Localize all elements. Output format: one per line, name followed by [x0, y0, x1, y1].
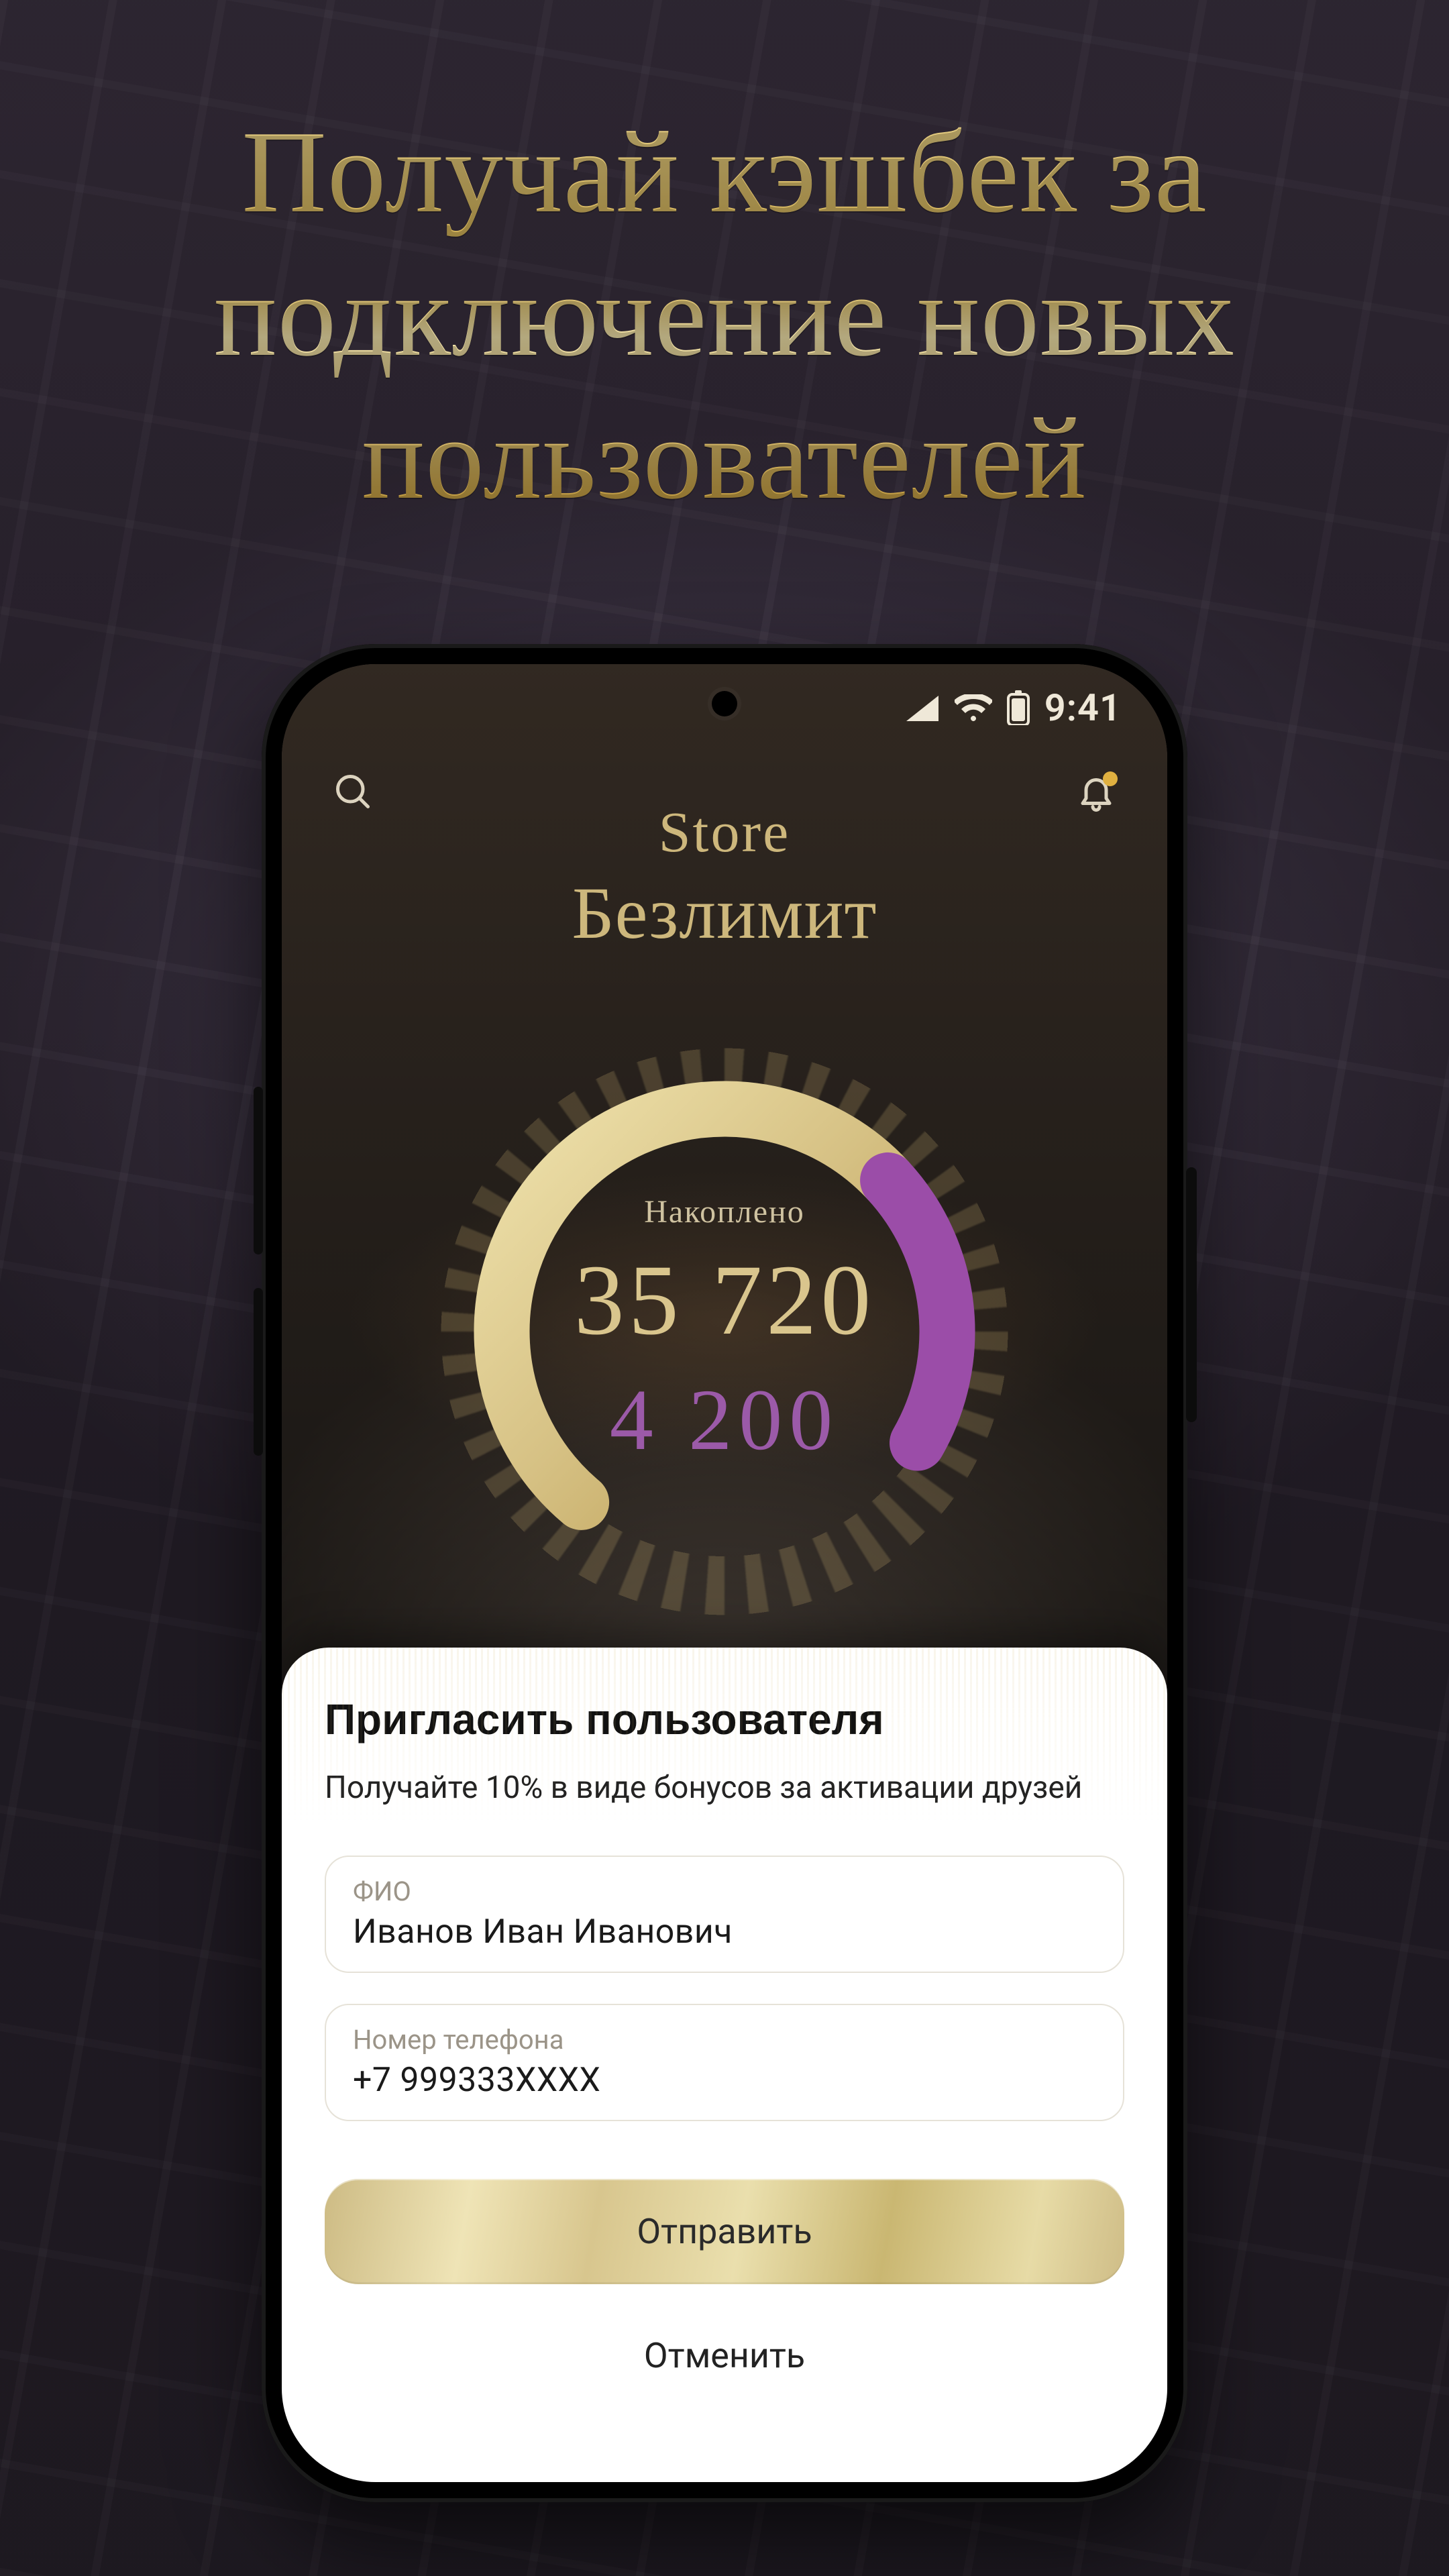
- invite-bottom-sheet: Пригласить пользователя Получайте 10% в …: [282, 1648, 1167, 2482]
- cellular-signal-icon: [905, 694, 940, 721]
- name-field-value: Иванов Иван Иванович: [353, 1913, 1096, 1951]
- gauge-label: Накоплено: [644, 1193, 804, 1230]
- search-icon[interactable]: [326, 765, 380, 818]
- cancel-button[interactable]: Отменить: [325, 2303, 1124, 2408]
- app-brand: Store Безлимит: [282, 798, 1167, 956]
- cashback-gauge: Накоплено 35 720 4 200: [406, 1013, 1043, 1650]
- status-time: 9:41: [1044, 686, 1122, 730]
- phone-field-value: +7 999333XXXX: [353, 2061, 1096, 2100]
- submit-button[interactable]: Отправить: [325, 2179, 1124, 2284]
- marketing-headline: Получай кэшбек за подключение новых поль…: [0, 101, 1449, 531]
- name-field[interactable]: ФИО Иванов Иван Иванович: [325, 1856, 1124, 1973]
- name-field-label: ФИО: [353, 1876, 1096, 1907]
- notification-dot: [1103, 771, 1118, 786]
- power-button: [1186, 1167, 1197, 1422]
- sheet-title: Пригласить пользователя: [325, 1695, 1124, 1744]
- wifi-icon: [955, 694, 992, 721]
- front-camera: [712, 691, 737, 716]
- phone-field-label: Номер телефона: [353, 2024, 1096, 2055]
- phone-screen: 9:41 Store Безлимит: [282, 664, 1167, 2482]
- battery-icon: [1007, 690, 1030, 725]
- gauge-main-value: 35 720: [574, 1242, 875, 1358]
- volume-down-button: [254, 1288, 263, 1456]
- bell-icon[interactable]: [1069, 765, 1123, 818]
- volume-up-button: [254, 1087, 263, 1254]
- sheet-description: Получайте 10% в виде бонусов за активаци…: [325, 1767, 1124, 1809]
- phone-frame: 9:41 Store Безлимит: [262, 644, 1187, 2502]
- gauge-sub-value: 4 200: [610, 1370, 840, 1470]
- brand-line-2: Безлимит: [282, 871, 1167, 956]
- phone-field[interactable]: Номер телефона +7 999333XXXX: [325, 2004, 1124, 2121]
